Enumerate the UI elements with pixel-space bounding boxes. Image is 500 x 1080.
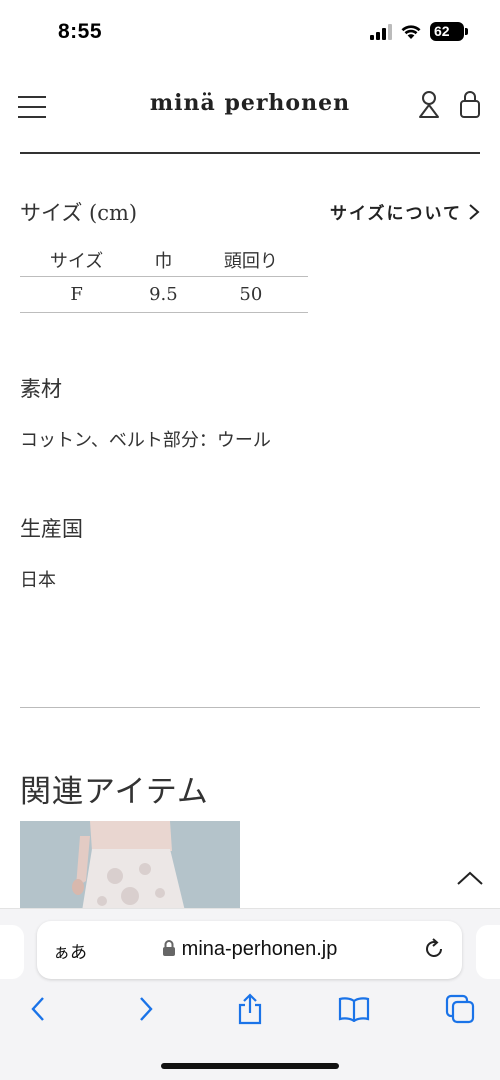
url-text: mina-perhonen.jp	[181, 938, 338, 960]
wifi-icon	[401, 25, 421, 39]
user-icon	[419, 91, 439, 118]
chevron-right-icon	[469, 203, 480, 220]
size-section-title: サイズ (cm)	[20, 201, 138, 225]
chevron-left-icon	[31, 997, 44, 1021]
size-guide-label: サイズについて	[330, 204, 462, 224]
tabs-icon	[445, 994, 475, 1024]
menu-icon	[18, 116, 46, 118]
product-photo	[20, 821, 240, 911]
shopping-bag-icon	[460, 91, 480, 118]
table-cell: 50	[193, 276, 308, 313]
size-table: サイズ 巾 頭回り F 9.5 50	[20, 244, 308, 313]
header-divider	[20, 152, 480, 154]
chevron-right-icon	[140, 997, 153, 1021]
cellular-signal-icon	[370, 23, 392, 40]
table-cell: 9.5	[133, 276, 194, 313]
book-icon	[338, 997, 370, 1022]
size-table-header: 頭回り	[193, 244, 308, 277]
chevron-up-icon	[457, 871, 483, 885]
back-button[interactable]	[18, 989, 58, 1029]
lock-icon	[162, 940, 175, 956]
origin-value: 日本	[20, 570, 56, 591]
scroll-to-top-button[interactable]	[455, 868, 485, 890]
bookmarks-button[interactable]	[334, 989, 374, 1029]
browser-bottom-bar: ぁあ mina-perhonen.jp	[0, 908, 500, 1080]
material-title: 素材	[20, 377, 62, 401]
status-time: 8:55	[58, 20, 103, 43]
forward-button[interactable]	[126, 989, 166, 1029]
site-header: minä perhonen	[0, 70, 500, 154]
home-indicator	[161, 1063, 339, 1069]
table-cell: F	[20, 276, 134, 313]
size-guide-link[interactable]: サイズについて	[330, 199, 480, 224]
browser-toolbar	[0, 989, 500, 1029]
related-product-image[interactable]	[20, 821, 240, 911]
status-bar: 8:55 62	[0, 0, 500, 66]
size-table-header-row: サイズ 巾 頭回り	[20, 244, 308, 277]
next-tab-preview[interactable]	[476, 925, 500, 979]
tabs-button[interactable]	[440, 989, 480, 1029]
section-divider	[20, 707, 480, 708]
url-display[interactable]: mina-perhonen.jp	[37, 938, 462, 961]
share-button[interactable]	[230, 989, 270, 1029]
previous-tab-preview[interactable]	[0, 925, 24, 979]
size-table-header: サイズ	[20, 244, 134, 277]
share-icon	[238, 993, 262, 1025]
reload-icon	[426, 938, 442, 957]
table-row: F 9.5 50	[20, 276, 308, 313]
origin-title: 生産国	[20, 517, 83, 541]
address-bar[interactable]: ぁあ mina-perhonen.jp	[37, 921, 462, 979]
related-items-title: 関連アイテム	[20, 774, 209, 810]
status-icons: 62	[370, 22, 468, 41]
cart-button[interactable]	[458, 90, 482, 120]
material-value: コットン、ベルト部分：ウール	[20, 430, 271, 451]
battery-indicator: 62	[430, 22, 468, 41]
reload-button[interactable]	[422, 937, 446, 961]
size-table-header: 巾	[133, 244, 194, 277]
account-button[interactable]	[417, 90, 441, 120]
